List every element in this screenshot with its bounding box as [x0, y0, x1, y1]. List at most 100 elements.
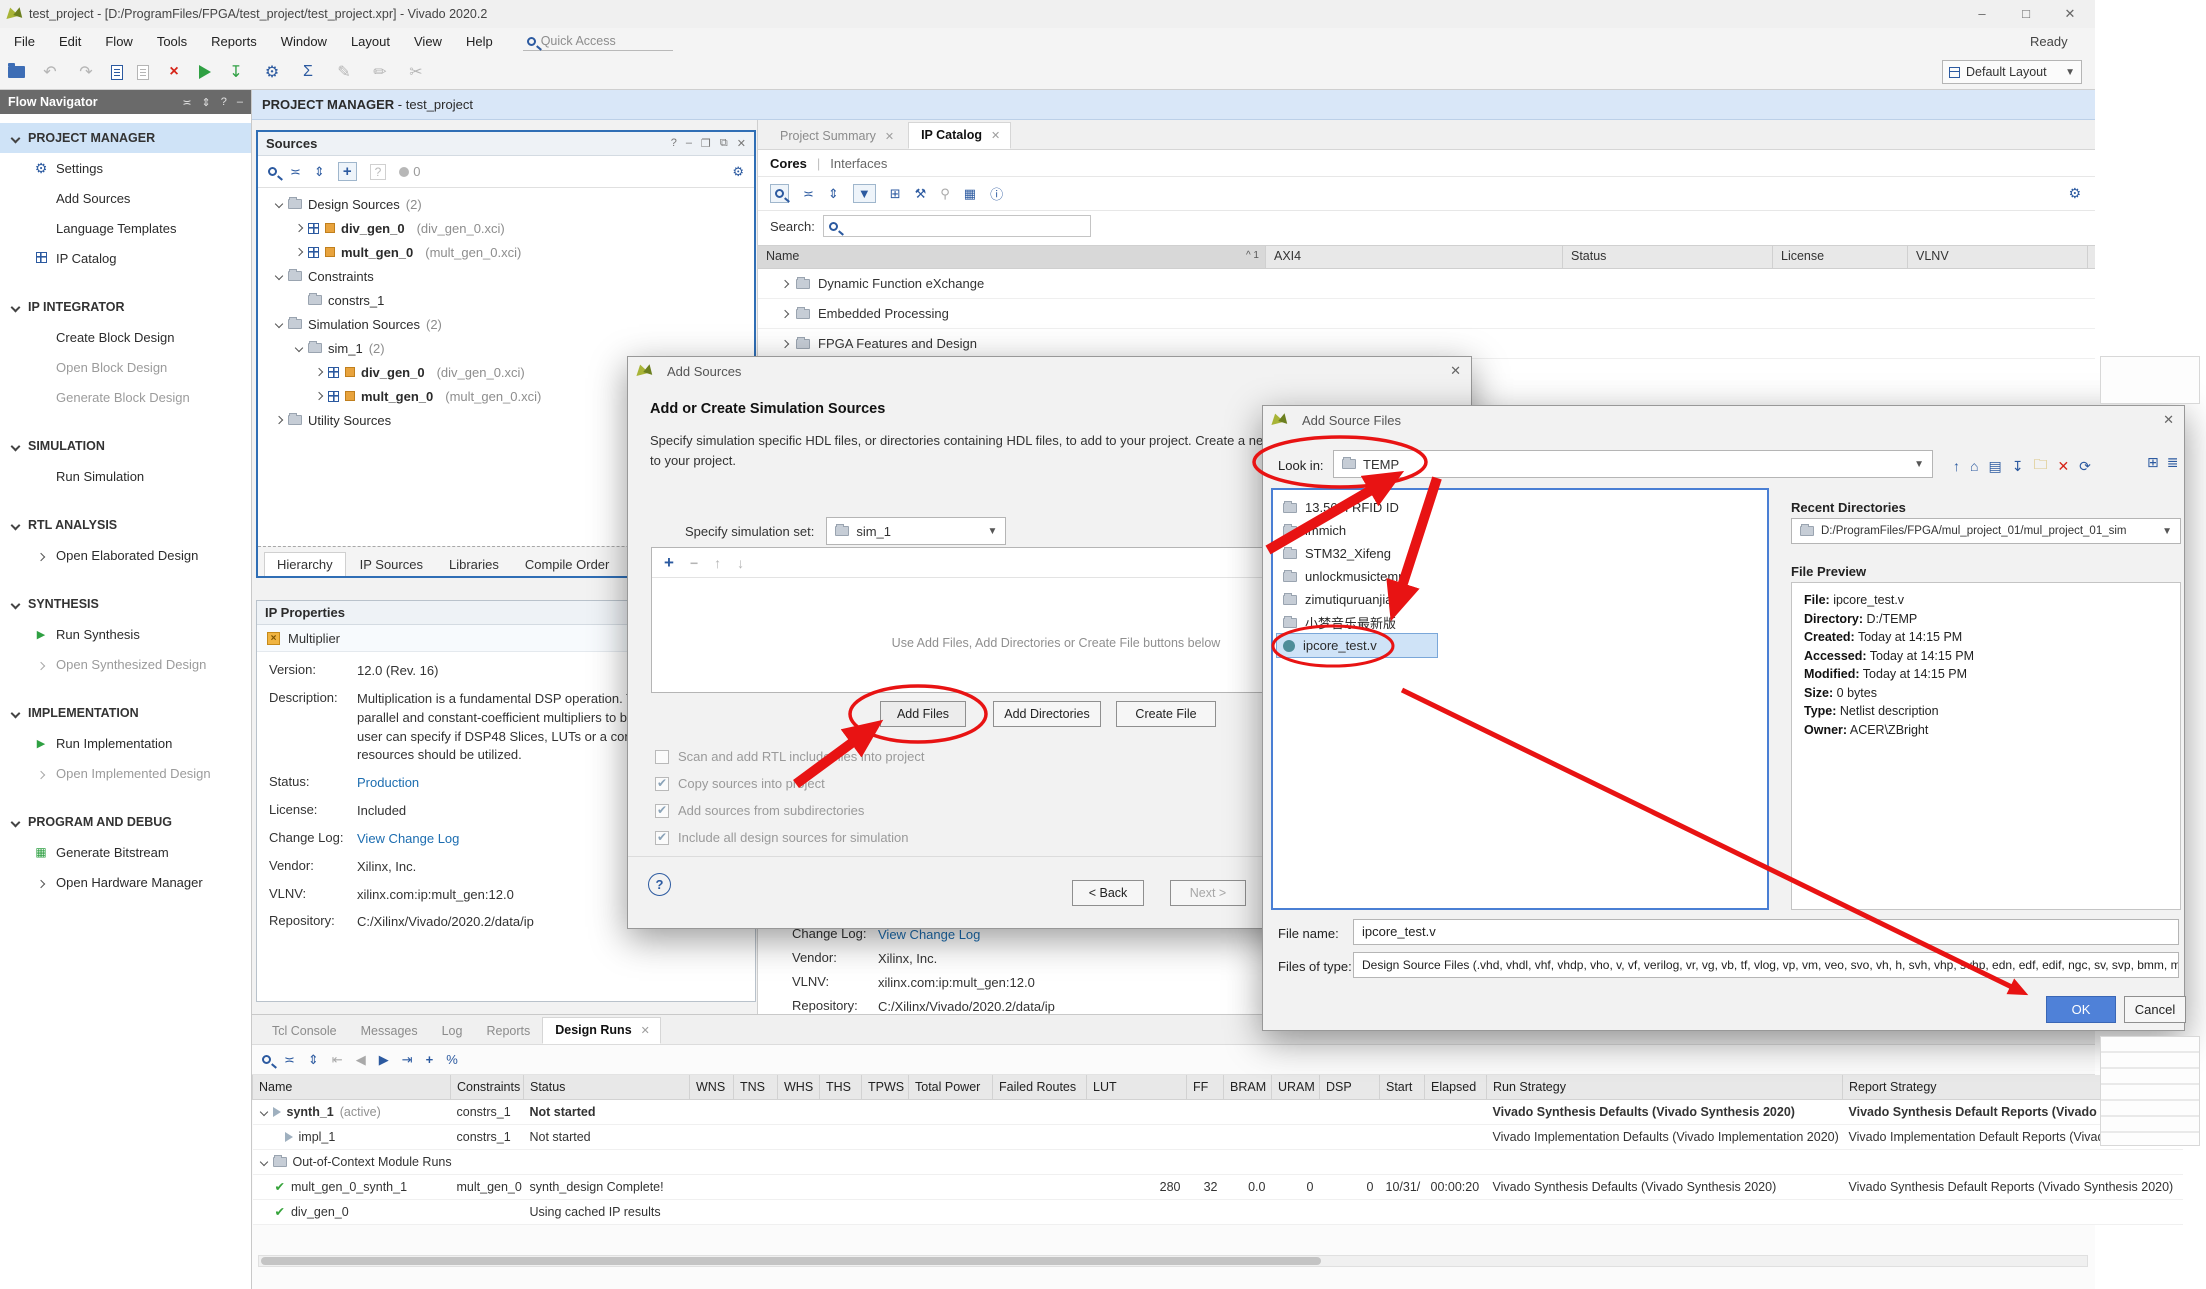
document-icon[interactable]: [111, 65, 123, 80]
highlight-icon[interactable]: ✎: [333, 62, 355, 82]
tree-chevron-icon[interactable]: [275, 416, 283, 424]
tree-chevron-icon[interactable]: [315, 392, 323, 400]
checkbox-scan-rtl[interactable]: Scan and add RTL include files into proj…: [655, 749, 924, 764]
flow-nav-row[interactable]: SIMULATION: [0, 431, 251, 461]
next-run-icon[interactable]: ▶: [379, 1052, 389, 1068]
search-input[interactable]: [823, 215, 1091, 237]
tree-chevron-icon[interactable]: [275, 320, 283, 328]
flow-nav-row[interactable]: Open Hardware Manager: [0, 867, 251, 897]
ok-button[interactable]: OK: [2046, 996, 2116, 1023]
delete-icon[interactable]: ×: [163, 63, 185, 81]
flow-nav-row[interactable]: IMPLEMENTATION: [0, 698, 251, 728]
tab-hierarchy[interactable]: Hierarchy: [264, 552, 346, 576]
grid-view-icon[interactable]: ⊞: [2147, 454, 2159, 471]
close-icon[interactable]: ✕: [991, 129, 1000, 142]
flow-nav-row[interactable]: ▶ Run Synthesis: [0, 619, 251, 649]
menu-item[interactable]: Edit: [47, 28, 93, 55]
close-icon[interactable]: ✕: [641, 1024, 650, 1037]
tree-row[interactable]: constrs_1: [258, 288, 754, 312]
search-icon[interactable]: [262, 1055, 271, 1064]
file-list-item[interactable]: 小梦音乐最新版: [1273, 611, 1767, 634]
flow-navigator-header-icons[interactable]: ≍⇕?–: [182, 96, 243, 109]
report-sigma-icon[interactable]: Σ: [297, 63, 319, 81]
delete-icon[interactable]: ✕: [2057, 458, 2069, 475]
checkbox-copy-sources[interactable]: Copy sources into project: [655, 776, 825, 791]
move-up-icon[interactable]: ↑: [714, 555, 721, 571]
tree-chevron-icon[interactable]: [315, 368, 323, 376]
chevron-right-icon[interactable]: [781, 279, 789, 287]
menu-item[interactable]: Reports: [199, 28, 269, 55]
tree-chevron-icon[interactable]: [295, 344, 303, 352]
expand-all-icon[interactable]: ⇕: [308, 1052, 319, 1068]
flow-nav-row[interactable]: Open Block Design: [0, 352, 251, 382]
create-file-button[interactable]: Create File: [1116, 701, 1216, 727]
help-button[interactable]: ?: [648, 873, 671, 896]
tree-chevron-icon[interactable]: [295, 224, 303, 232]
maximize-button[interactable]: □: [2004, 0, 2048, 28]
subtab-cores[interactable]: Cores: [770, 156, 807, 171]
group-view-icon[interactable]: ⊞: [890, 186, 901, 202]
run-row-impl1[interactable]: impl_1 constrs_1 Not started Vivado Impl…: [253, 1124, 2183, 1149]
chevron-right-icon[interactable]: [781, 339, 789, 347]
filter-icon[interactable]: ▼: [853, 184, 876, 203]
files-of-type-combo[interactable]: Design Source Files (.vhd, vhdl, vhf, vh…: [1353, 952, 2179, 978]
panel-controls[interactable]: ?–❐⧉✕: [671, 137, 746, 150]
chevron-down-icon[interactable]: [259, 1107, 267, 1115]
look-in-combo[interactable]: TEMP ▼: [1333, 450, 1933, 478]
up-directory-icon[interactable]: ↑: [1953, 458, 1960, 474]
file-list-item[interactable]: ipcore_test.v: [1277, 634, 1437, 657]
menu-item[interactable]: Window: [269, 28, 339, 55]
close-icon[interactable]: ✕: [2163, 412, 2174, 428]
flow-nav-row[interactable]: Generate Block Design: [0, 382, 251, 412]
flow-nav-row[interactable]: Open Synthesized Design: [0, 649, 251, 679]
settings-gear-icon[interactable]: ⚙: [261, 62, 283, 82]
step-icon[interactable]: ↧: [225, 62, 247, 82]
search-icon[interactable]: [268, 167, 277, 176]
search-icon[interactable]: [770, 184, 789, 203]
menu-item[interactable]: Tools: [145, 28, 199, 55]
flow-nav-row[interactable]: Run Simulation: [0, 461, 251, 491]
tree-row[interactable]: Constraints: [258, 264, 754, 288]
file-list-item[interactable]: unlockmusictemp: [1273, 565, 1767, 588]
flow-nav-row[interactable]: ▶ Run Implementation: [0, 728, 251, 758]
checkbox-add-subdirs[interactable]: Add sources from subdirectories: [655, 803, 864, 818]
tab-compile-order[interactable]: Compile Order: [513, 553, 622, 576]
menu-item[interactable]: Help: [454, 28, 505, 55]
flow-nav-row[interactable]: Open Elaborated Design: [0, 540, 251, 570]
flow-nav-row[interactable]: PROJECT MANAGER: [0, 123, 251, 153]
first-run-icon[interactable]: ⇤: [332, 1052, 343, 1068]
copy-icon[interactable]: [137, 65, 149, 80]
flow-nav-row[interactable]: RTL ANALYSIS: [0, 510, 251, 540]
run-icon[interactable]: [199, 65, 211, 79]
settings-gear-icon[interactable]: ⚙: [2068, 185, 2081, 202]
settings-gear-icon[interactable]: ⚙: [732, 164, 744, 180]
undo-icon[interactable]: ↶: [39, 62, 61, 82]
flow-nav-row[interactable]: PROGRAM AND DEBUG: [0, 807, 251, 837]
flow-nav-row[interactable]: Add Sources: [0, 183, 251, 213]
unhighlight-icon[interactable]: ✏: [369, 62, 391, 82]
sim-set-combo[interactable]: sim_1 ▼: [826, 517, 1006, 545]
run-row-synth1[interactable]: synth_1 (active) constrs_1 Not started V…: [253, 1099, 2183, 1124]
horizontal-scrollbar[interactable]: [258, 1255, 2088, 1267]
new-folder-icon[interactable]: 🗀: [2033, 454, 2047, 478]
tree-chevron-icon[interactable]: [295, 248, 303, 256]
close-icon[interactable]: ✕: [885, 130, 894, 143]
list-view-icon[interactable]: ≣: [2167, 454, 2179, 471]
close-icon[interactable]: ✕: [1450, 363, 1461, 379]
flow-nav-row[interactable]: Open Implemented Design: [0, 758, 251, 788]
chip-icon[interactable]: ▦: [964, 186, 976, 202]
flow-nav-row[interactable]: IP INTEGRATOR: [0, 292, 251, 322]
file-list-item[interactable]: immich: [1273, 519, 1767, 542]
menu-item[interactable]: Layout: [339, 28, 402, 55]
remove-icon[interactable]: −: [690, 555, 698, 571]
run-row-ooc[interactable]: Out-of-Context Module Runs: [253, 1149, 2183, 1174]
add-directories-button[interactable]: Add Directories: [993, 701, 1101, 727]
download-icon[interactable]: ↧: [2012, 458, 2024, 475]
tab-ip-sources[interactable]: IP Sources: [348, 553, 435, 576]
flow-nav-row[interactable]: ▦ Generate Bitstream: [0, 837, 251, 867]
checkbox-include-design-sources[interactable]: Include all design sources for simulatio…: [655, 830, 909, 845]
next-button[interactable]: Next >: [1170, 880, 1246, 906]
back-button[interactable]: < Back: [1072, 880, 1144, 906]
file-list-item[interactable]: 13.56M RFID ID: [1273, 496, 1767, 519]
layout-selector[interactable]: Default Layout ▼: [1942, 60, 2082, 84]
